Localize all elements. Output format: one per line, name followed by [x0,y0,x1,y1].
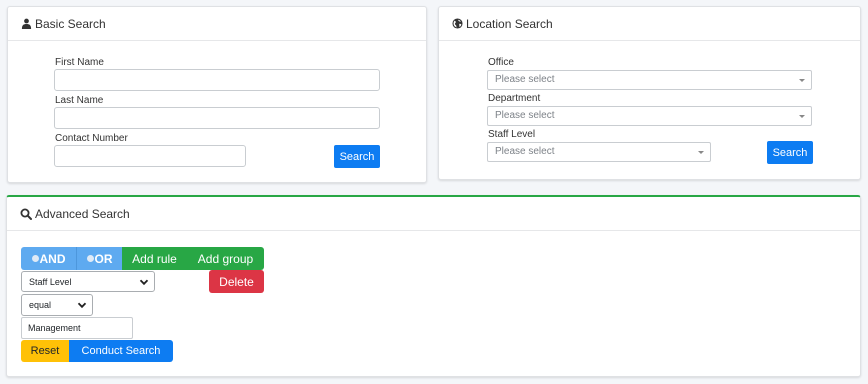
staff-level-label: Staff Level [488,129,536,140]
location-search-card: Location Search Office Please select Dep… [438,6,861,180]
caret-down-icon [698,151,704,154]
last-name-label: Last Name [55,95,104,106]
radio-dot-icon [31,255,39,262]
office-select[interactable]: Please select [487,70,812,90]
last-name-input[interactable] [54,107,380,129]
user-icon [21,18,32,29]
add-rule-button[interactable]: Add rule [122,247,187,270]
office-select-value: Please select [495,74,555,85]
advanced-search-header: Advanced Search [7,197,860,231]
add-group-button[interactable]: Add group [187,247,264,270]
first-name-input[interactable] [54,69,380,91]
department-label: Department [488,93,541,104]
advanced-search-card: Advanced Search AND OR Add rule Add grou… [6,195,861,377]
department-select-value: Please select [495,110,555,121]
department-select[interactable]: Please select [487,106,812,126]
caret-down-icon [799,115,805,118]
office-label: Office [488,57,514,68]
rule-value-input[interactable]: Management [21,317,133,339]
contact-number-label: Contact Number [55,133,128,144]
caret-down-icon [799,79,805,82]
and-condition-button[interactable]: AND [21,247,76,270]
basic-search-header: Basic Search [8,7,426,41]
or-condition-button[interactable]: OR [76,247,122,270]
advanced-search-title: Advanced Search [35,206,130,221]
radio-dot-icon [86,255,94,262]
staff-level-select[interactable]: Please select [487,142,711,162]
delete-rule-button[interactable]: Delete [209,270,264,293]
first-name-label: First Name [55,57,104,68]
chevron-down-icon [77,302,87,309]
reset-button[interactable]: Reset [21,340,69,362]
conduct-search-button[interactable]: Conduct Search [69,340,173,362]
contact-number-input[interactable] [54,145,246,167]
basic-search-button[interactable]: Search [334,145,380,168]
search-icon [20,208,32,220]
location-search-title: Location Search [466,16,553,31]
staff-level-select-value: Please select [495,146,555,157]
globe-icon [452,18,463,29]
rule-operator-value: equal [29,300,52,310]
and-label: AND [39,251,66,266]
rule-operator-select[interactable]: equal [21,294,93,316]
rule-field-select[interactable]: Staff Level [21,271,155,292]
or-label: OR [94,251,113,266]
location-search-header: Location Search [439,7,860,41]
chevron-down-icon [139,279,149,285]
rule-field-value: Staff Level [29,276,72,287]
location-search-button[interactable]: Search [767,141,813,164]
basic-search-card: Basic Search First Name Last Name Contac… [7,6,427,183]
basic-search-title: Basic Search [35,16,106,31]
